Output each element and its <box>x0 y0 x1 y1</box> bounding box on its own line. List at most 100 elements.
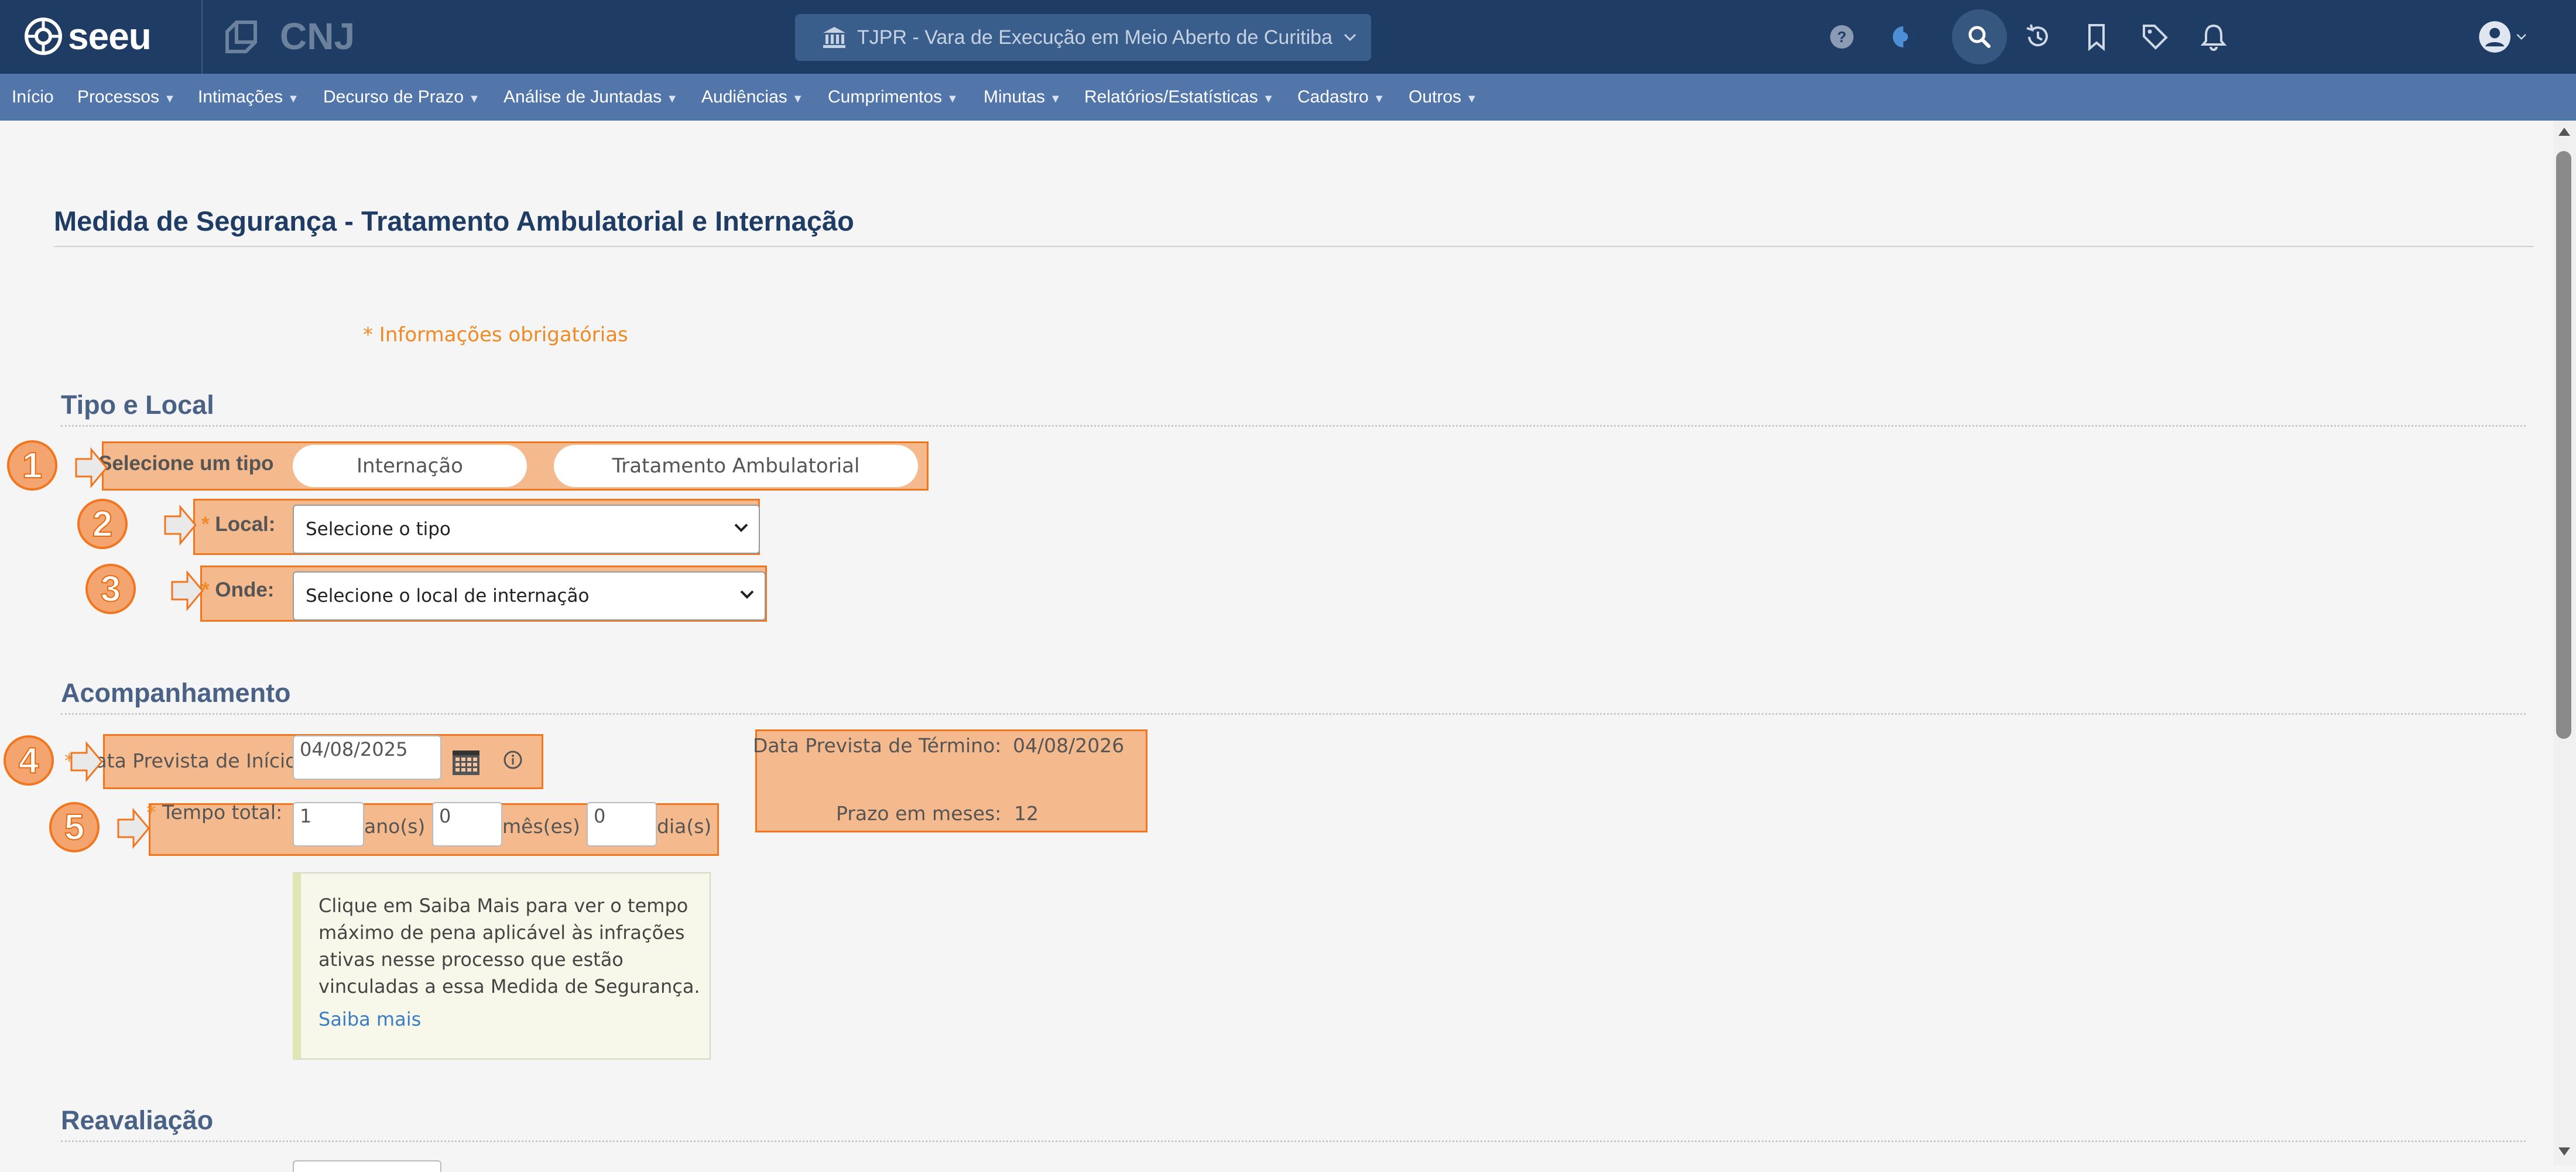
arrow-right-icon <box>75 447 108 488</box>
dias-unit: dia(s) <box>657 815 712 838</box>
scroll-down-icon[interactable] <box>2557 1146 2571 1160</box>
dias-input[interactable]: 0 <box>587 802 657 847</box>
seeu-logo-text: seeu <box>68 15 152 57</box>
tag-icon[interactable] <box>2138 20 2172 54</box>
menu-item-minutas[interactable]: Minutas ▼ <box>984 87 1061 108</box>
menu-item-cumprimentos[interactable]: Cumprimentos ▼ <box>828 87 958 108</box>
menu-item-label: Início <box>12 87 54 107</box>
local-label: * Local: <box>201 513 276 536</box>
menu-item-outros[interactable]: Outros ▼ <box>1409 87 1478 108</box>
info-text-line: ativas nesse processo que estão <box>318 948 624 971</box>
scrollbar-thumb[interactable] <box>2556 151 2571 739</box>
user-icon <box>2479 21 2511 53</box>
user-menu[interactable] <box>2478 15 2527 59</box>
menu-item-relatorios[interactable]: Relatórios/Estatísticas ▼ <box>1084 87 1275 108</box>
menu-item-audiencias[interactable]: Audiências ▼ <box>701 87 804 108</box>
caret-down-icon: ▼ <box>1050 92 1061 105</box>
theme-icon[interactable] <box>1886 20 1920 54</box>
caret-down-icon: ▼ <box>1373 92 1385 105</box>
menu-item-intimacoes[interactable]: Intimações ▼ <box>198 87 299 108</box>
svg-text:?: ? <box>1837 28 1847 46</box>
menu-item-label: Cadastro <box>1297 87 1369 107</box>
anos-input[interactable]: 1 <box>293 802 364 847</box>
arrow-right-icon <box>70 741 103 782</box>
arrow-right-icon <box>164 505 197 546</box>
chevron-down-icon <box>2516 34 2526 40</box>
menu-item-processos[interactable]: Processos ▼ <box>77 87 176 108</box>
caret-down-icon: ▼ <box>287 92 299 105</box>
court-selector[interactable]: TJPR - Vara de Execução em Meio Aberto d… <box>795 14 1371 61</box>
help-icon[interactable]: ? <box>1825 20 1859 54</box>
saiba-mais-link[interactable]: Saiba mais <box>318 1006 710 1033</box>
tipo-option-tratamento-ambulatorial[interactable]: Tratamento Ambulatorial <box>554 445 918 487</box>
annotation-badge: 3 <box>85 564 136 614</box>
menu-item-label: Outros <box>1409 87 1462 107</box>
arrow-right-icon <box>171 570 204 611</box>
onde-select[interactable]: Selecione o local de internação <box>293 571 766 621</box>
saiba-mais-info-box: Clique em Saiba Mais para ver o tempo má… <box>293 872 711 1060</box>
section-heading-acompanhamento: Acompanhamento <box>61 678 291 708</box>
onde-select-value: Selecione o local de internação <box>306 585 590 606</box>
prazo-meses-label: Prazo em meses: <box>836 802 1002 825</box>
anos-unit: ano(s) <box>364 815 426 838</box>
data-termino-value: 04/08/2026 <box>1013 734 1125 757</box>
menu-item-label: Análise de Juntadas <box>503 87 662 107</box>
caret-down-icon: ▼ <box>666 92 678 105</box>
menu-item-decurso-de-prazo[interactable]: Decurso de Prazo ▼ <box>323 87 480 108</box>
tipo-label: Selecione um tipo <box>98 452 274 475</box>
local-select-value: Selecione o tipo <box>306 519 451 540</box>
menu-item-label: Minutas <box>984 87 1046 107</box>
chevron-down-icon <box>1344 33 1356 42</box>
seeu-logo-icon <box>25 18 62 55</box>
data-termino-label: Data Prevista de Término: <box>753 734 1002 757</box>
seeu-logo[interactable]: seeu <box>23 15 181 57</box>
menu-item-label: Audiências <box>701 87 787 107</box>
meses-unit: mês(es) <box>502 815 580 838</box>
cnj-logo: CNJ <box>280 15 355 57</box>
info-text-line: Clique em Saiba Mais para ver o tempo <box>318 895 688 917</box>
local-select[interactable]: Selecione o tipo <box>293 505 760 554</box>
meses-input[interactable]: 0 <box>432 802 502 847</box>
menu-item-label: Intimações <box>198 87 283 107</box>
section-heading-tipo-local: Tipo e Local <box>61 390 214 420</box>
menu-item-analise-de-juntadas[interactable]: Análise de Juntadas ▼ <box>503 87 678 108</box>
caret-down-icon: ▼ <box>947 92 958 105</box>
bank-icon <box>823 27 845 48</box>
header-divider <box>201 0 203 74</box>
menu-item-label: Cumprimentos <box>828 87 943 107</box>
menu-item-inicio[interactable]: Início <box>12 87 54 108</box>
scroll-up-icon[interactable] <box>2557 125 2571 139</box>
annotation-badge: 5 <box>49 802 100 852</box>
bookmark-icon[interactable] <box>2080 20 2113 54</box>
history-icon[interactable] <box>2021 20 2055 54</box>
section-divider <box>61 1140 2526 1142</box>
annotation-badge: 4 <box>4 735 54 786</box>
menu-item-label: Relatórios/Estatísticas <box>1084 87 1258 107</box>
calendar-icon[interactable] <box>451 747 481 776</box>
annotation-badge: 1 <box>7 440 57 491</box>
caret-down-icon: ▼ <box>468 92 480 105</box>
caret-down-icon: ▼ <box>792 92 804 105</box>
data-inicio-input[interactable]: 04/08/2025 <box>293 735 441 780</box>
bell-icon[interactable] <box>2197 20 2231 54</box>
info-text-line: máximo de pena aplicável às infrações <box>318 921 685 944</box>
section-heading-reavaliacao: Reavaliação <box>61 1105 214 1135</box>
menu-item-label: Processos <box>77 87 160 107</box>
court-selector-label: TJPR - Vara de Execução em Meio Aberto d… <box>857 26 1332 49</box>
menu-item-cadastro[interactable]: Cadastro ▼ <box>1297 87 1385 108</box>
required-fields-note: * Informações obrigatórias <box>363 323 628 347</box>
section-divider <box>61 713 2526 715</box>
annotation-badge: 2 <box>77 499 128 549</box>
page-title: Medida de Segurança - Tratamento Ambulat… <box>54 205 854 237</box>
search-icon[interactable] <box>1962 20 1996 54</box>
caret-down-icon: ▼ <box>1466 92 1478 105</box>
chevron-down-icon <box>740 590 754 599</box>
app-switch-icon[interactable] <box>224 19 259 55</box>
section-divider <box>61 425 2526 427</box>
chevron-down-icon <box>734 523 748 532</box>
tempo-total-label: * Tempo total: <box>146 801 283 824</box>
tipo-option-internacao[interactable]: Internação <box>293 445 527 487</box>
arrow-right-icon <box>117 808 150 849</box>
info-icon[interactable] <box>502 749 523 770</box>
reavaliacao-input[interactable] <box>293 1160 441 1172</box>
